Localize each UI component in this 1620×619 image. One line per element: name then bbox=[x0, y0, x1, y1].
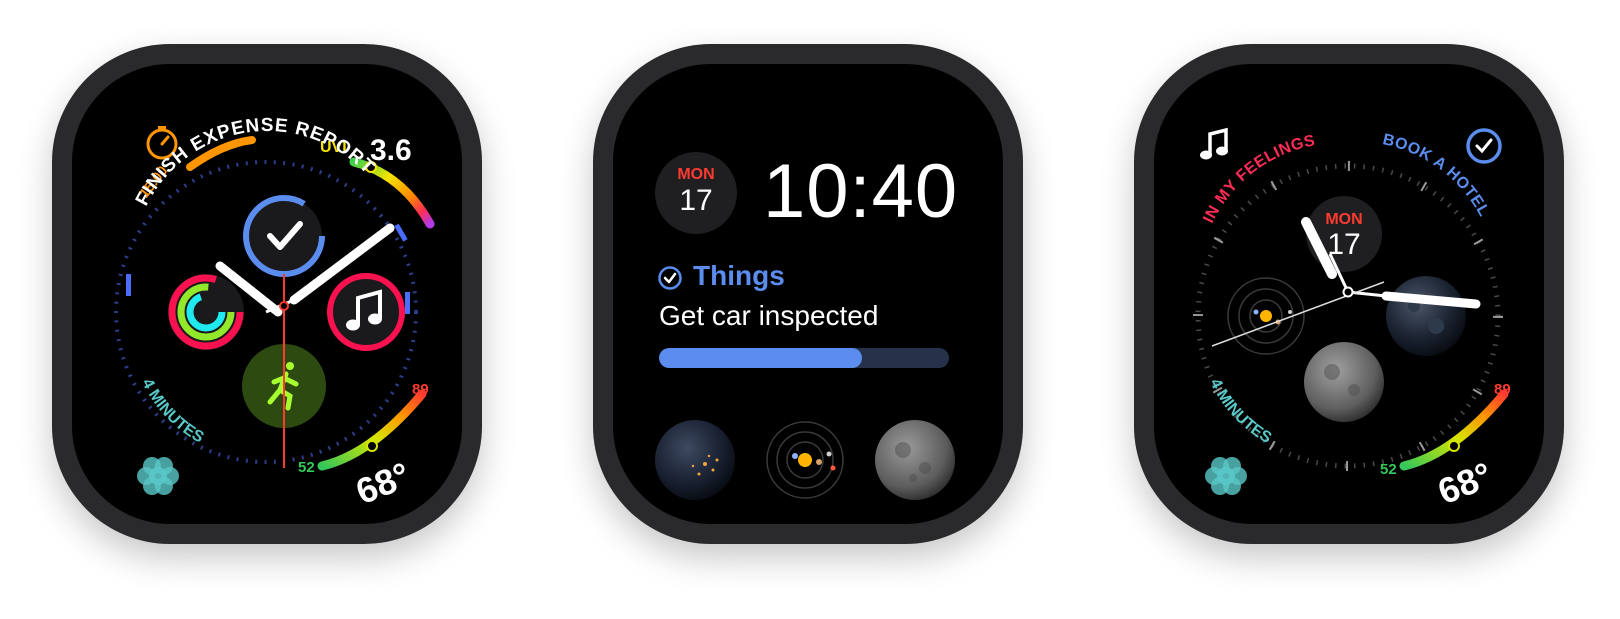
center-pin bbox=[1342, 286, 1354, 298]
moon-icon[interactable] bbox=[1304, 342, 1384, 422]
breathe-text: 4 MINUTES bbox=[138, 376, 206, 447]
breathe-text: 4 MINUTES bbox=[1206, 376, 1274, 447]
music-text: IN MY FEELINGS bbox=[1200, 132, 1317, 226]
checkmark-icon[interactable] bbox=[1466, 128, 1502, 164]
temperature-indicator bbox=[1448, 440, 1460, 452]
temperature-indicator bbox=[366, 440, 378, 452]
tick-3 bbox=[405, 292, 410, 314]
modular-bottom-complications bbox=[655, 420, 955, 500]
watch-infograph: 15:00 UVI 3.6 FINISH EXPENSE REPORT 4 MI… bbox=[52, 44, 482, 544]
earth-icon[interactable] bbox=[1386, 276, 1466, 356]
watch-modular: MON 17 10:40 Things Get car inspected bbox=[593, 44, 1023, 544]
astronomy-face: IN MY FEELINGS BOOK A HOTEL MON 17 4 MIN… bbox=[1193, 127, 1511, 512]
watch-astronomy: IN MY FEELINGS BOOK A HOTEL MON 17 4 MIN… bbox=[1134, 44, 1564, 544]
temp-high: 89 bbox=[1494, 381, 1511, 398]
temperature-gauge bbox=[1399, 389, 1509, 471]
temp-high: 89 bbox=[412, 381, 429, 398]
watch-screen-modular: MON 17 10:40 Things Get car inspected bbox=[613, 64, 1003, 524]
temp-current: 68° bbox=[1432, 454, 1498, 512]
watch-screen-astronomy: IN MY FEELINGS BOOK A HOTEL MON 17 4 MIN… bbox=[1154, 64, 1544, 524]
music-complication[interactable] bbox=[327, 273, 405, 351]
tick-9 bbox=[126, 274, 131, 296]
breathe-flower-icon[interactable] bbox=[137, 457, 179, 495]
infograph-face: 15:00 UVI 3.6 FINISH EXPENSE REPORT 4 MI… bbox=[114, 115, 435, 512]
center-pin bbox=[279, 301, 289, 311]
task-text: BOOK A HOTEL bbox=[1381, 131, 1492, 219]
moon-icon[interactable] bbox=[875, 420, 955, 500]
solar-system-icon[interactable] bbox=[766, 421, 844, 499]
earth-icon[interactable] bbox=[655, 420, 735, 500]
temp-current: 68° bbox=[350, 454, 416, 512]
breathe-flower-icon[interactable] bbox=[1205, 457, 1247, 495]
temperature-gauge bbox=[317, 389, 427, 471]
temp-low: 52 bbox=[1380, 461, 1397, 478]
activity-rings-icon[interactable] bbox=[168, 274, 244, 350]
reminders-complication[interactable] bbox=[243, 195, 325, 277]
watch-screen-infograph: 15:00 UVI 3.6 FINISH EXPENSE REPORT 4 MI… bbox=[72, 64, 462, 524]
temp-low: 52 bbox=[298, 459, 315, 476]
music-note-icon[interactable] bbox=[1200, 127, 1228, 160]
date-month: MON bbox=[1325, 211, 1362, 228]
